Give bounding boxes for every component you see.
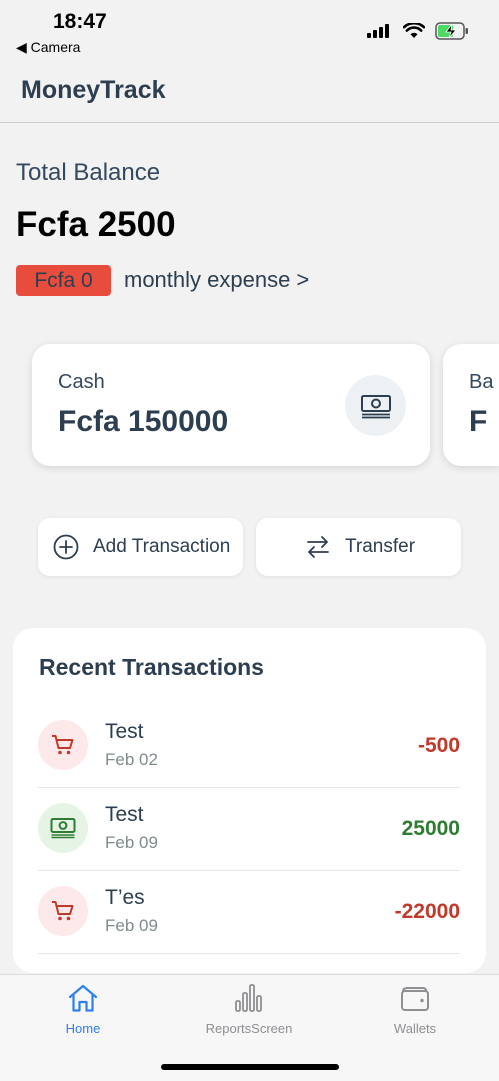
signal-icon — [367, 23, 393, 44]
back-to-camera-link[interactable]: ◀ Camera — [16, 39, 80, 56]
tab-wallets-label: Wallets — [393, 1021, 437, 1036]
tab-reports[interactable]: ReportsScreen — [189, 983, 309, 1036]
transaction-date: Feb 09 — [105, 916, 158, 935]
transaction-amount: -500 — [417, 734, 460, 757]
tab-wallets[interactable]: Wallets — [355, 983, 475, 1036]
status-icons — [367, 21, 469, 45]
monthly-expense-link[interactable]: monthly expense > — [124, 267, 309, 293]
app-header: MoneyTrack — [0, 60, 499, 123]
tab-reports-label: ReportsScreen — [205, 1021, 293, 1036]
wallet-name: Ba — [469, 371, 494, 393]
cash-icon — [38, 803, 88, 853]
transaction-row[interactable]: Test Feb 09 25000 — [38, 787, 460, 871]
cart-icon — [38, 720, 88, 770]
tab-home[interactable]: Home — [23, 983, 143, 1036]
home-icon — [67, 983, 99, 1018]
add-transaction-button[interactable]: Add Transaction — [38, 518, 243, 576]
transaction-row[interactable]: T’es Feb 09 -22000 — [38, 870, 460, 954]
transaction-date: Feb 09 — [105, 833, 158, 852]
status-bar: 18:47 ◀ Camera — [0, 0, 499, 60]
transfer-button[interactable]: Transfer — [256, 518, 461, 576]
total-balance-label: Total Balance — [16, 159, 161, 186]
add-transaction-label: Add Transaction — [93, 536, 231, 557]
battery-charging-icon — [435, 22, 469, 45]
status-time: 18:47 — [53, 10, 107, 33]
wifi-icon — [402, 21, 426, 44]
cash-icon — [345, 375, 406, 436]
total-balance-value: Fcfa 2500 — [16, 205, 176, 244]
wallet-card-bank[interactable]: Ba F — [443, 344, 499, 466]
transaction-name: Test — [105, 803, 144, 826]
monthly-expense-badge: Fcfa 0 — [16, 265, 111, 296]
transaction-amount: -22000 — [394, 900, 460, 923]
wallet-amount: Fcfa 150000 — [58, 405, 229, 438]
transfer-arrows-icon — [305, 534, 331, 560]
transaction-row[interactable]: Test Feb 02 -500 — [38, 704, 460, 788]
recent-transactions-card: Recent Transactions Test Feb 02 -500 Tes… — [13, 628, 486, 973]
transaction-name: Test — [105, 720, 144, 743]
transfer-label: Transfer — [345, 536, 416, 557]
wallet-card-cash[interactable]: Cash Fcfa 150000 — [32, 344, 430, 466]
wallet-icon — [399, 983, 431, 1018]
transaction-amount: 25000 — [401, 817, 460, 840]
transaction-name: T’es — [105, 886, 145, 909]
recent-transactions-title: Recent Transactions — [39, 654, 264, 680]
wallet-amount: F — [469, 405, 488, 438]
cart-icon — [38, 886, 88, 936]
transaction-date: Feb 02 — [105, 750, 158, 769]
bar-chart-icon — [233, 983, 265, 1018]
home-indicator — [161, 1064, 339, 1070]
app-title: MoneyTrack — [21, 76, 166, 104]
tab-home-label: Home — [65, 1021, 101, 1036]
plus-circle-icon — [53, 534, 79, 560]
wallet-name: Cash — [58, 371, 105, 393]
